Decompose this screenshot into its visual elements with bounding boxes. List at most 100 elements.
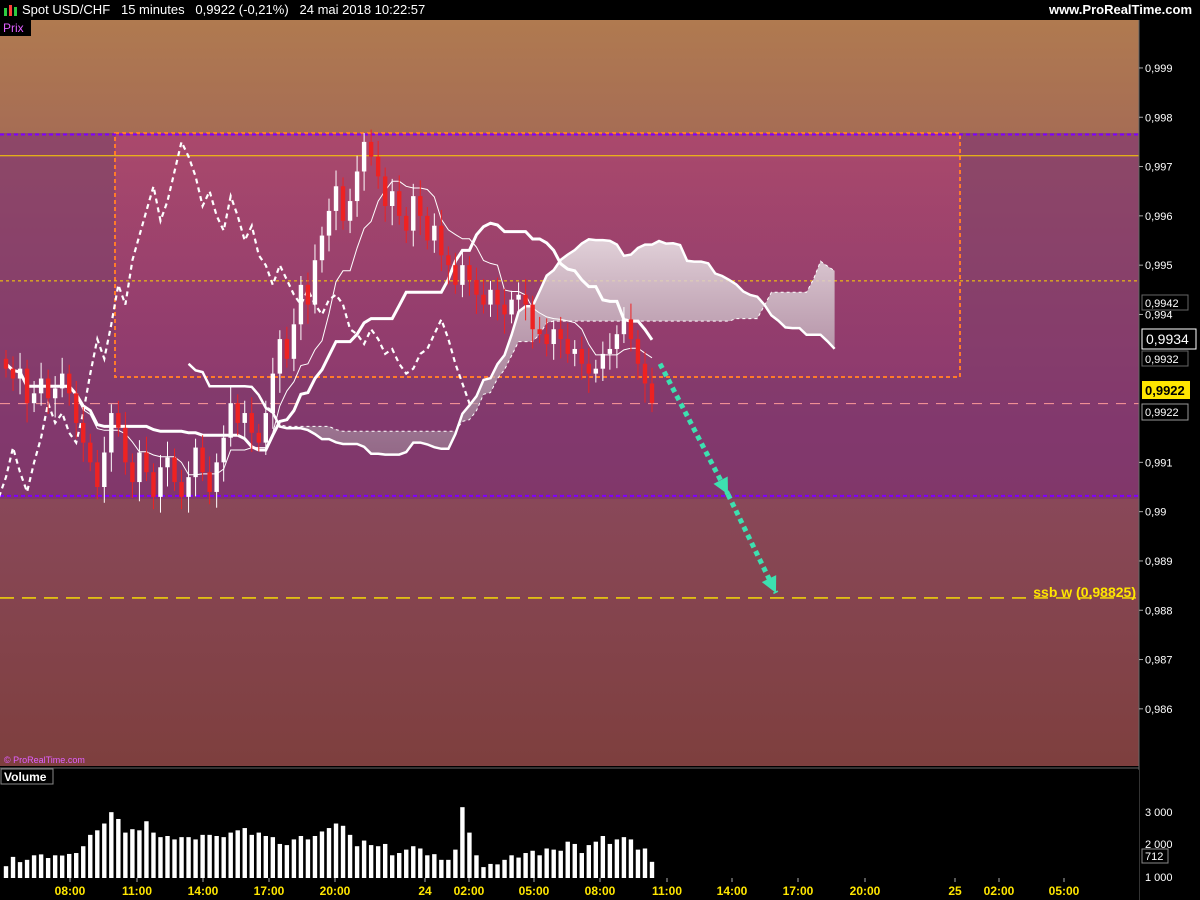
badge-last-white-text: 0,9922 xyxy=(1145,407,1179,419)
volume-bar xyxy=(263,836,269,878)
volume-bar xyxy=(607,843,613,878)
candle-body xyxy=(432,225,437,241)
volume-bar xyxy=(467,832,472,878)
volume-bar xyxy=(137,830,142,878)
volume-bar xyxy=(565,841,570,878)
volume-bar xyxy=(249,834,254,878)
time-tick-label: 20:00 xyxy=(850,884,881,898)
candle-body xyxy=(565,339,570,354)
volume-axis: 3 000 2 000 1 000 712 xyxy=(1141,807,1173,884)
badge-current-text: 0,9934 xyxy=(1146,331,1189,347)
time-tick-label: 02:00 xyxy=(454,884,485,898)
volume-bar xyxy=(354,846,360,878)
candle-body xyxy=(593,368,599,374)
time-tick-label: 08:00 xyxy=(585,884,616,898)
volume-bar xyxy=(270,837,276,878)
badge-last-yellow-text: 0,9922 xyxy=(1145,383,1185,398)
candle-body xyxy=(123,427,128,463)
chart-canvas[interactable]: ssb w (0,98825) © ProRealTime.com Prix 0… xyxy=(0,20,1200,900)
candle-body xyxy=(488,289,493,305)
candle-body xyxy=(397,191,402,216)
volume-bar xyxy=(375,846,381,878)
price-tick-label: 0,996 xyxy=(1145,211,1173,223)
candle-body xyxy=(172,457,177,483)
candle-body xyxy=(368,141,374,157)
price-tick-label: 0,986 xyxy=(1145,704,1173,716)
candle-body xyxy=(52,388,58,399)
volume-bar xyxy=(579,853,584,878)
price-tick-label: 0,99 xyxy=(1145,507,1166,519)
time-tick-label: 05:00 xyxy=(519,884,550,898)
volume-bar xyxy=(460,807,465,878)
volume-bar xyxy=(368,845,374,878)
candle-body xyxy=(460,265,465,285)
volume-bar xyxy=(389,855,395,878)
candle-body xyxy=(59,373,65,389)
volume-bar xyxy=(333,823,339,878)
badge-lower-text: 0,9932 xyxy=(1145,354,1179,366)
volume-bar xyxy=(649,861,655,878)
candle-body xyxy=(326,210,332,236)
candle-body xyxy=(481,294,486,305)
volume-bar xyxy=(305,839,311,878)
candle-body xyxy=(586,363,592,374)
volume-bar xyxy=(544,848,549,878)
volume-bar xyxy=(291,839,297,878)
volume-bar xyxy=(277,843,283,878)
candle-body xyxy=(10,368,16,379)
candle-body xyxy=(439,225,444,256)
volume-bar xyxy=(558,850,563,878)
volume-bar xyxy=(74,853,79,878)
volume-bar xyxy=(59,855,65,878)
volume-bar xyxy=(614,839,620,878)
price-tick-label: 0,994 xyxy=(1145,309,1173,321)
volume-bar xyxy=(179,837,184,878)
time-tick-label: 11:00 xyxy=(122,884,152,898)
candle-body xyxy=(31,393,37,404)
candle-body xyxy=(158,467,163,497)
candle-body xyxy=(453,265,458,285)
candle-body xyxy=(81,422,86,443)
candle-body xyxy=(333,186,339,211)
candle-body xyxy=(446,255,451,266)
time-axis-background xyxy=(0,878,1139,900)
badge-upper-text: 0,9942 xyxy=(1145,298,1179,310)
candle-body xyxy=(347,201,353,221)
candle-body xyxy=(242,413,247,423)
candle-body xyxy=(186,477,191,497)
candle-body xyxy=(151,472,156,497)
volume-bar xyxy=(628,839,634,878)
volume-bar xyxy=(10,856,16,878)
volume-bar xyxy=(88,834,93,878)
volume-bar xyxy=(102,823,107,878)
candle-body xyxy=(551,329,556,345)
price-tick-label: 0,989 xyxy=(1145,556,1173,568)
datetime-label: 24 mai 2018 10:22:57 xyxy=(299,2,426,17)
candle-body xyxy=(130,462,135,483)
volume-bar xyxy=(200,834,205,878)
volume-bar xyxy=(256,832,261,878)
candle-body xyxy=(109,413,114,453)
volume-bar xyxy=(298,836,304,878)
candle-body xyxy=(495,289,500,305)
volume-bar xyxy=(642,848,648,878)
volume-bar xyxy=(45,858,51,878)
time-tick-label: 08:00 xyxy=(55,884,86,898)
site-url[interactable]: www.ProRealTime.com xyxy=(1049,2,1192,17)
time-tick-label: 17:00 xyxy=(783,884,814,898)
volume-bar xyxy=(116,818,121,878)
candle-body xyxy=(530,304,535,330)
time-tick-label: 14:00 xyxy=(188,884,219,898)
price-tick-label: 0,987 xyxy=(1145,655,1173,667)
volume-bar xyxy=(144,821,149,878)
candle-body xyxy=(17,368,23,379)
volume-bar xyxy=(509,855,514,878)
volume-bar xyxy=(109,812,114,878)
candle-body xyxy=(382,176,388,206)
candle-body xyxy=(137,452,142,483)
volume-bar xyxy=(130,829,135,878)
price-tick-label: 0,995 xyxy=(1145,260,1173,272)
candle-body xyxy=(165,457,170,468)
candle-body xyxy=(228,403,233,438)
candle-body xyxy=(516,294,521,300)
